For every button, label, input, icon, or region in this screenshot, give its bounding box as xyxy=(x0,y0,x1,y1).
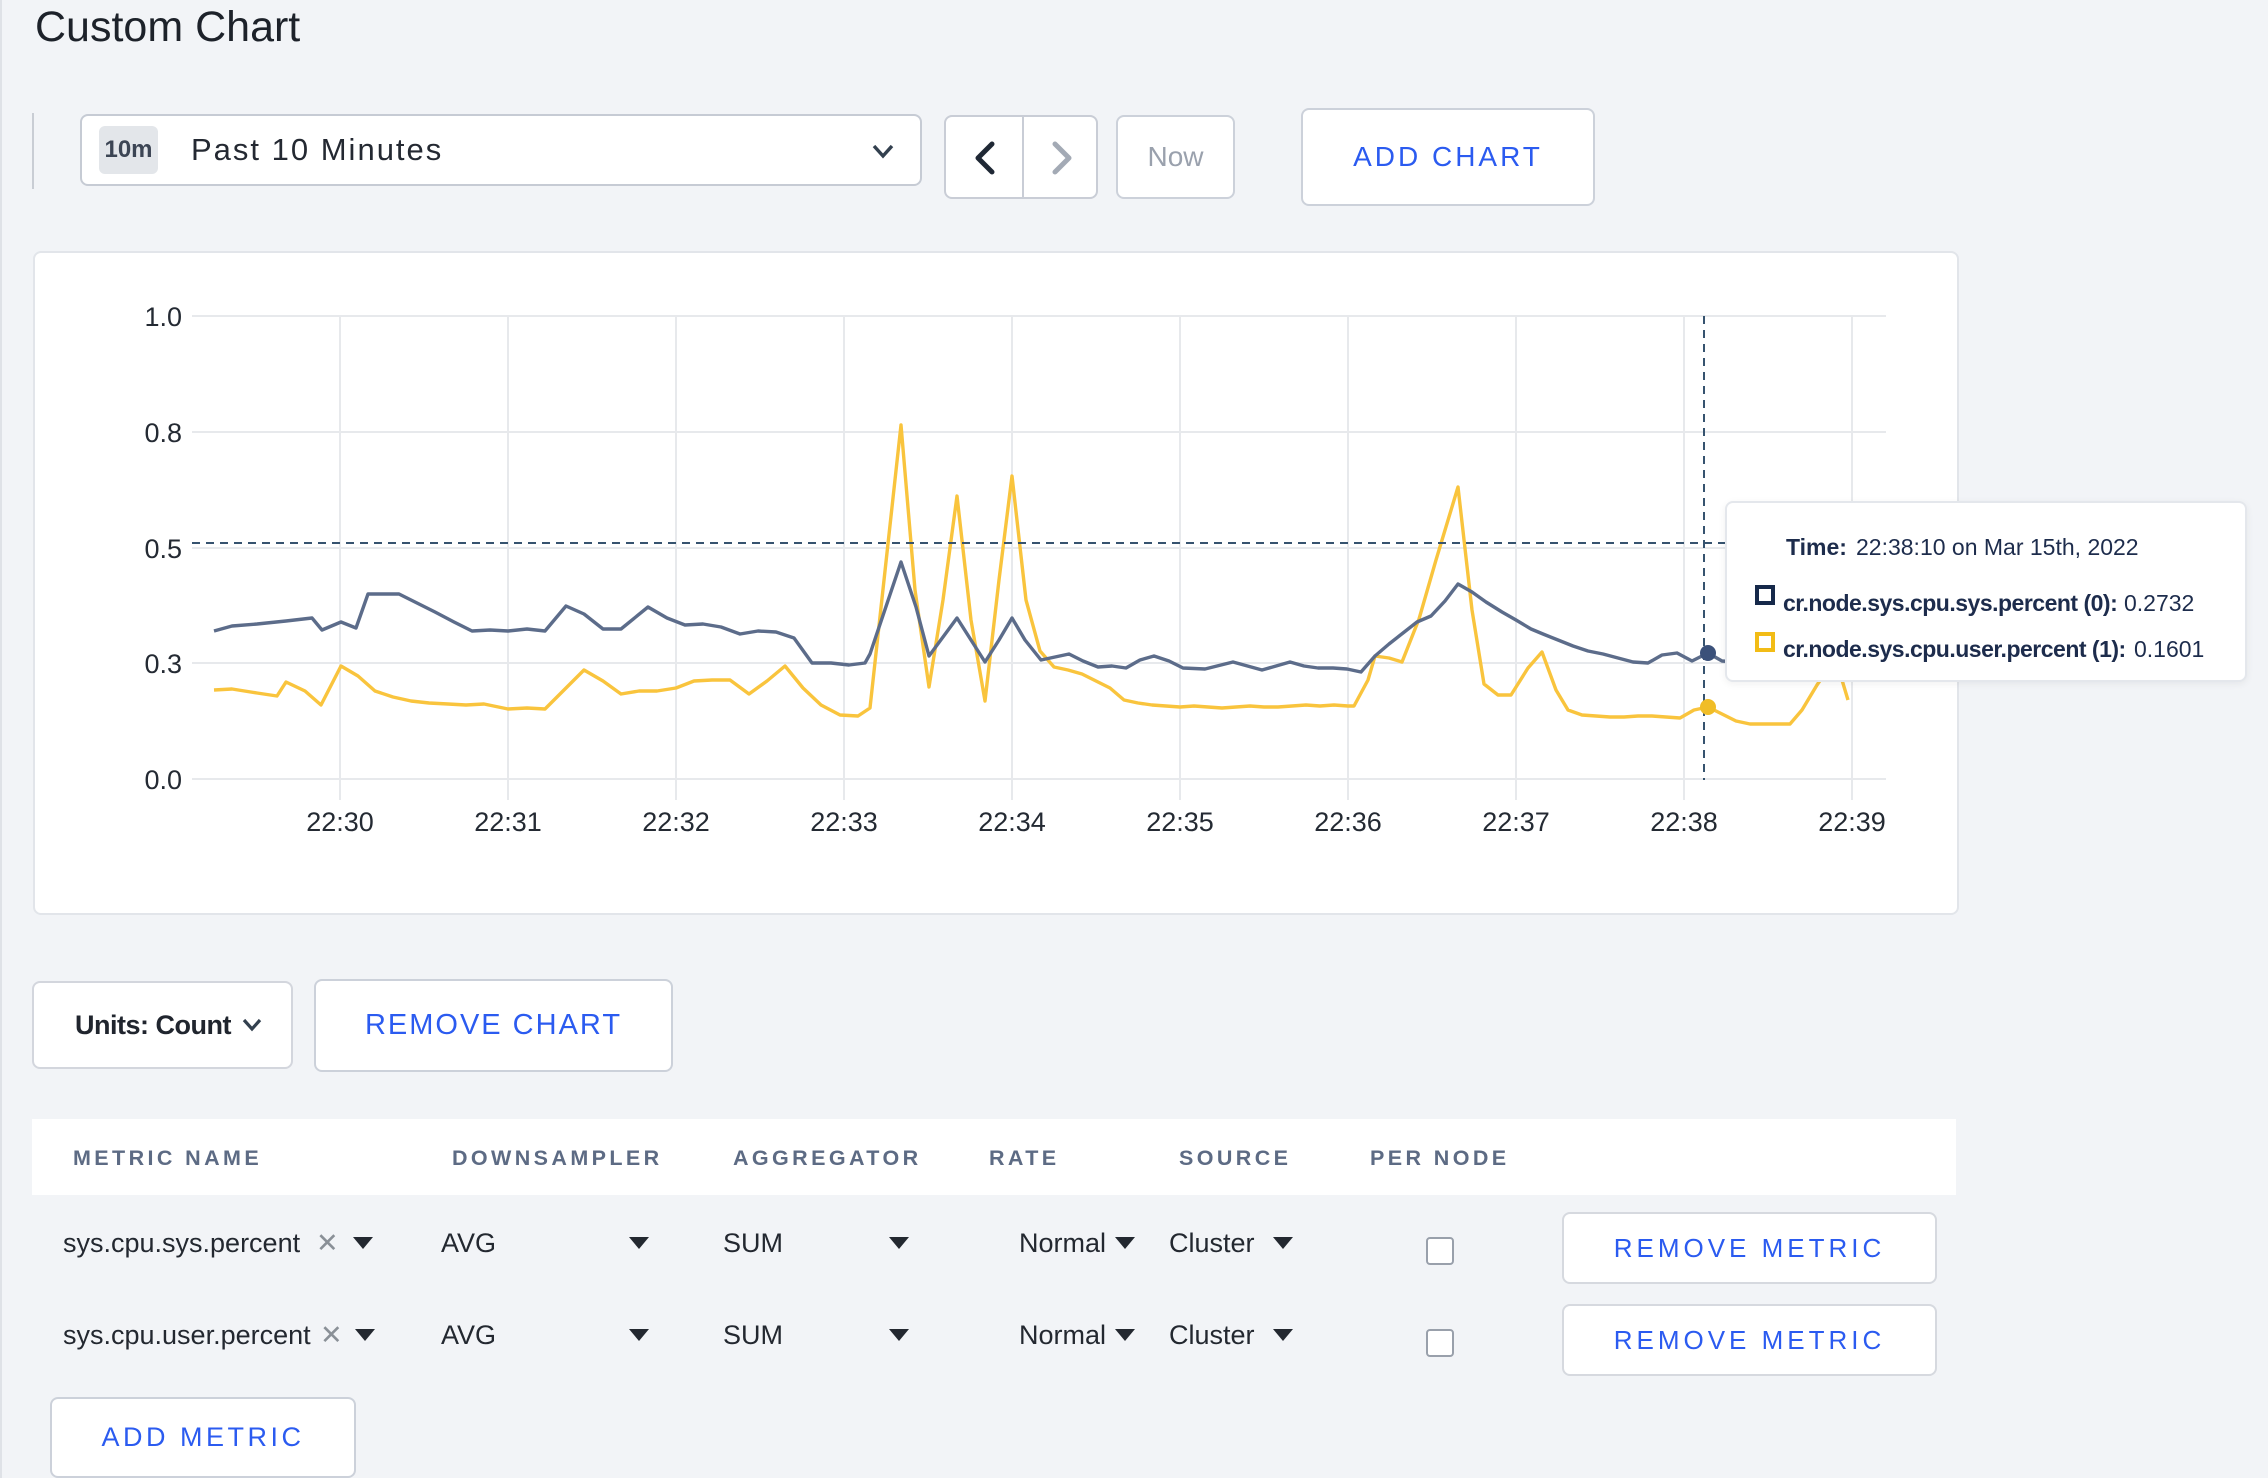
svg-text:22:37: 22:37 xyxy=(1482,807,1550,837)
svg-text:0.5: 0.5 xyxy=(144,534,182,564)
svg-text:22:35: 22:35 xyxy=(1146,807,1214,837)
svg-text:22:38: 22:38 xyxy=(1650,807,1718,837)
svg-text:0.3: 0.3 xyxy=(144,649,182,679)
svg-text:22:34: 22:34 xyxy=(978,807,1046,837)
svg-text:22:36: 22:36 xyxy=(1314,807,1382,837)
svg-text:0.0: 0.0 xyxy=(144,765,182,795)
svg-text:22:31: 22:31 xyxy=(474,807,542,837)
svg-text:1.0: 1.0 xyxy=(144,302,182,332)
svg-text:22:32: 22:32 xyxy=(642,807,710,837)
svg-text:22:30: 22:30 xyxy=(306,807,374,837)
svg-text:22:33: 22:33 xyxy=(810,807,878,837)
svg-text:0.8: 0.8 xyxy=(144,418,182,448)
svg-text:22:39: 22:39 xyxy=(1818,807,1886,837)
